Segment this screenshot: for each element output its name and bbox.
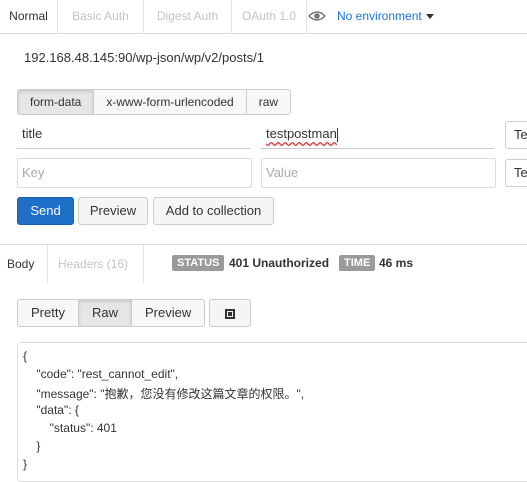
send-button[interactable]: Send (17, 197, 74, 225)
param-value-input[interactable]: testpostman (261, 120, 494, 149)
param-value-text: testpostman (266, 126, 337, 141)
code-line: { (23, 349, 28, 363)
tab-normal[interactable]: Normal (0, 0, 57, 33)
param-key-input[interactable]: title (17, 120, 250, 149)
eye-icon[interactable] (308, 9, 326, 23)
time-badge: TIME (339, 255, 376, 271)
tab-basic-auth[interactable]: Basic Auth (57, 0, 143, 33)
body-type-group: form-data x-www-form-urlencoded raw (17, 89, 292, 115)
param-value-placeholder[interactable]: Value (261, 158, 496, 188)
tab-digest-auth[interactable]: Digest Auth (143, 0, 231, 33)
environment-label: No environment (337, 9, 422, 23)
chevron-down-icon (425, 14, 434, 20)
code-line: "code": "rest_cannot_edit", (23, 367, 179, 381)
code-line: "data": { (23, 403, 79, 417)
status-value: 401 Unauthorized (229, 256, 330, 270)
tab-separator (47, 245, 48, 283)
param-type-select[interactable]: Te (505, 121, 527, 149)
response-body[interactable]: { "code": "rest_cannot_edit", "message":… (17, 342, 527, 482)
status-badge: STATUS (172, 255, 225, 271)
add-to-collection-button[interactable]: Add to collection (153, 197, 274, 225)
time-value: 46 ms (379, 256, 414, 270)
expand-button[interactable] (209, 299, 251, 327)
body-type-raw[interactable]: raw (245, 89, 292, 115)
environment-dropdown[interactable]: No environment (337, 0, 434, 33)
view-mode-group: Pretty Raw Preview (17, 299, 206, 327)
code-line: } (23, 457, 28, 471)
auth-tabs-bar: Normal Basic Auth Digest Auth OAuth 1.0 … (0, 0, 527, 34)
param-key-text: title (22, 126, 43, 141)
view-pretty[interactable]: Pretty (17, 299, 79, 327)
section-divider (0, 244, 527, 245)
param-key-placeholder[interactable]: Key (17, 158, 252, 188)
preview-button[interactable]: Preview (78, 197, 148, 225)
tab-response-headers[interactable]: Headers (16) (58, 257, 128, 271)
tab-response-body[interactable]: Body (7, 257, 34, 271)
view-preview[interactable]: Preview (130, 299, 206, 327)
code-line: } (23, 439, 41, 453)
expand-icon (225, 308, 235, 319)
code-line: "message": "抱歉，您没有修改这篇文章的权限。", (23, 387, 305, 401)
request-url[interactable]: 192.168.48.145:90/wp-json/wp/v2/posts/1 (24, 50, 264, 65)
tab-separator-2 (143, 245, 144, 283)
body-type-form-data[interactable]: form-data (17, 89, 95, 115)
text-cursor (336, 127, 338, 142)
body-type-urlencoded[interactable]: x-www-form-urlencoded (93, 89, 247, 115)
code-line: "status": 401 (23, 421, 117, 435)
tab-oauth[interactable]: OAuth 1.0 (231, 0, 307, 33)
view-raw[interactable]: Raw (77, 299, 132, 327)
param-type-select-2[interactable]: Te (505, 159, 527, 187)
